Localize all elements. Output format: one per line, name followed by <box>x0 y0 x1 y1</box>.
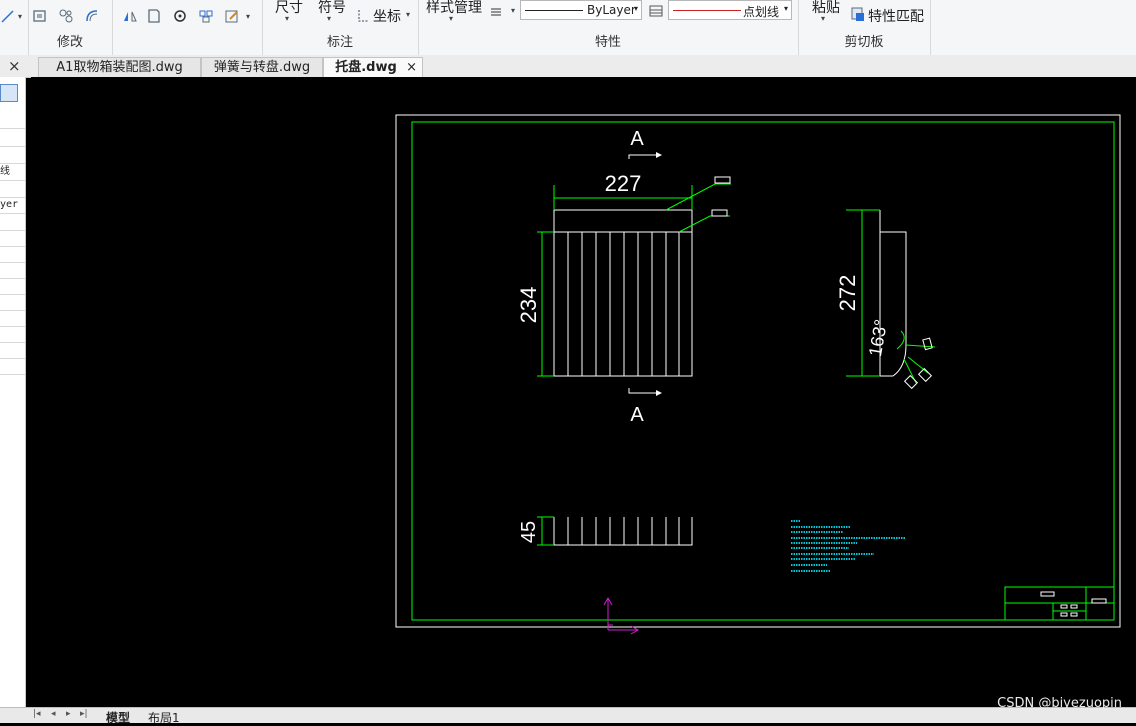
panel-row <box>0 262 25 279</box>
color-linetype-select[interactable]: 点划线 ▾ <box>668 0 792 20</box>
ribbon-group-modify-tools: ▾ <box>112 0 263 55</box>
panel-row <box>0 278 25 295</box>
ribbon-group-clipboard-label: 剪切板 <box>844 35 884 50</box>
ribbon-group-modify-label: 修改 <box>56 35 83 50</box>
coordinate-button[interactable]: 坐标 <box>373 6 401 26</box>
dimension-height-text: 234 <box>516 287 541 324</box>
ribbon-group-clipboard: 粘贴 ▾ 特性匹配 剪切板 <box>798 0 931 55</box>
section-label-bottom: A <box>630 404 644 426</box>
properties-panel: 线 yer <box>0 77 26 707</box>
panel-row <box>0 246 25 263</box>
file-tab-bar: × A1取物箱装配图.dwg 弹簧与转盘.dwg 托盘.dwg × <box>0 55 1136 78</box>
style-manager-button[interactable]: 样式管理 <box>426 0 482 17</box>
panel-row <box>0 342 25 359</box>
ribbon-group-annotate-label: 标注 <box>326 35 353 50</box>
close-icon[interactable]: × <box>406 58 417 78</box>
chevron-down-icon[interactable]: ▾ <box>821 14 825 23</box>
technical-notes <box>791 520 905 572</box>
linetype-select[interactable]: ByLayer ▾ <box>520 0 642 20</box>
chevron-down-icon[interactable]: ▾ <box>246 12 250 21</box>
front-view: 227 234 A A <box>516 128 731 426</box>
dimension-angle-text: 163° <box>865 318 891 358</box>
nav-prev-icon[interactable]: ◂ <box>51 709 56 719</box>
tab-label: 弹簧与转盘.dwg <box>213 60 311 75</box>
bottom-view: 45 <box>518 516 693 546</box>
chevron-down-icon[interactable]: ▾ <box>511 6 515 15</box>
chevron-down-icon: ▾ <box>633 4 638 13</box>
panel-close-button[interactable]: × <box>8 57 21 75</box>
line-draw-icon[interactable] <box>0 8 16 24</box>
drawing-canvas[interactable]: 227 234 A A 272 163° 45 <box>31 77 1136 707</box>
ribbon-group-draw: ▾ <box>0 0 29 55</box>
tab-a1-assembly[interactable]: A1取物箱装配图.dwg <box>38 57 201 77</box>
panel-row <box>0 326 25 343</box>
tab-label: 托盘.dwg <box>335 60 397 75</box>
ribbon: ▾ 修改 ▾ 尺寸 ▾ 符号 ▾ 坐标 ▾ 标注 样式管理 ▾ ▾ ByLaye… <box>0 0 1136 56</box>
drawing-svg: 227 234 A A 272 163° 45 <box>395 114 1121 635</box>
array-icon[interactable] <box>198 8 214 24</box>
panel-row <box>0 310 25 327</box>
panel-row <box>0 147 25 164</box>
side-view: 272 163° <box>835 209 936 390</box>
panel-row <box>0 230 25 247</box>
chevron-down-icon[interactable]: ▾ <box>285 14 289 23</box>
chevron-down-icon[interactable]: ▾ <box>449 14 453 23</box>
chevron-down-icon[interactable]: ▾ <box>327 14 331 23</box>
ribbon-group-annotate: 尺寸 ▾ 符号 ▾ 坐标 ▾ 标注 <box>262 0 419 55</box>
layer-list-icon[interactable] <box>648 3 664 19</box>
chevron-down-icon: ▾ <box>783 4 788 13</box>
coordinate-icon <box>358 10 369 22</box>
match-properties-button[interactable]: 特性匹配 <box>868 6 924 26</box>
panel-row <box>0 294 25 311</box>
ribbon-group-properties: 样式管理 ▾ ▾ ByLayer ▾ 点划线 ▾ 特性 <box>418 0 799 55</box>
sheet-outer-border <box>395 114 1121 628</box>
sheet-inner-frame <box>411 121 1115 621</box>
nav-next-icon[interactable]: ▸ <box>66 709 71 719</box>
ribbon-group-modify: 修改 <box>28 0 113 55</box>
panel-row <box>0 358 25 375</box>
color-linetype-value: 点划线 <box>743 5 780 19</box>
dimension-width-text: 227 <box>605 171 642 196</box>
panel-row-linetype[interactable]: 线 <box>0 164 25 181</box>
dimension-bottom-text: 45 <box>518 521 540 543</box>
linetype-sample <box>525 10 583 11</box>
watermark: CSDN @biyezuopin <box>997 696 1122 711</box>
nav-first-icon[interactable]: |◂ <box>33 709 41 719</box>
section-label-top: A <box>630 128 644 150</box>
tab-label: A1取物箱装配图.dwg <box>56 60 183 75</box>
linetype-sample-red <box>673 10 741 11</box>
lineweight-icon[interactable] <box>488 4 504 20</box>
panel-row <box>0 181 25 198</box>
chevron-down-icon[interactable]: ▾ <box>18 12 22 21</box>
panel-row <box>0 130 25 147</box>
layout-tab-bar: |◂ ◂ ▸ ▸| 模型 布局1 <box>0 707 1136 726</box>
panel-row <box>0 112 25 129</box>
panel-row-layer[interactable]: yer <box>0 197 25 214</box>
stretch-icon[interactable] <box>32 8 48 24</box>
edit-icon[interactable] <box>224 8 240 24</box>
nav-last-icon[interactable]: ▸| <box>80 709 88 719</box>
ucs-icon <box>603 596 640 635</box>
offset-icon[interactable] <box>84 8 100 24</box>
explode-icon[interactable] <box>58 8 74 24</box>
chevron-down-icon[interactable]: ▾ <box>406 10 410 19</box>
paste-button[interactable]: 粘贴 <box>812 0 840 17</box>
panel-row <box>0 214 25 231</box>
page-icon[interactable] <box>146 8 162 24</box>
ribbon-group-properties-label: 特性 <box>594 35 621 50</box>
dimension-side-height-text: 272 <box>835 275 860 312</box>
mirror-icon[interactable] <box>122 8 138 24</box>
quick-select-icon[interactable] <box>0 84 18 102</box>
linetype-value: ByLayer <box>587 3 636 17</box>
match-properties-icon <box>851 7 864 21</box>
tab-model[interactable]: 模型 <box>106 709 130 726</box>
symbol-button[interactable]: 符号 <box>318 0 346 17</box>
title-block <box>1004 586 1115 621</box>
rotate-icon[interactable] <box>172 8 188 24</box>
tab-layout1[interactable]: 布局1 <box>148 709 180 726</box>
tab-tray[interactable]: 托盘.dwg × <box>323 57 423 77</box>
tab-spring-turntable[interactable]: 弹簧与转盘.dwg <box>201 57 323 77</box>
